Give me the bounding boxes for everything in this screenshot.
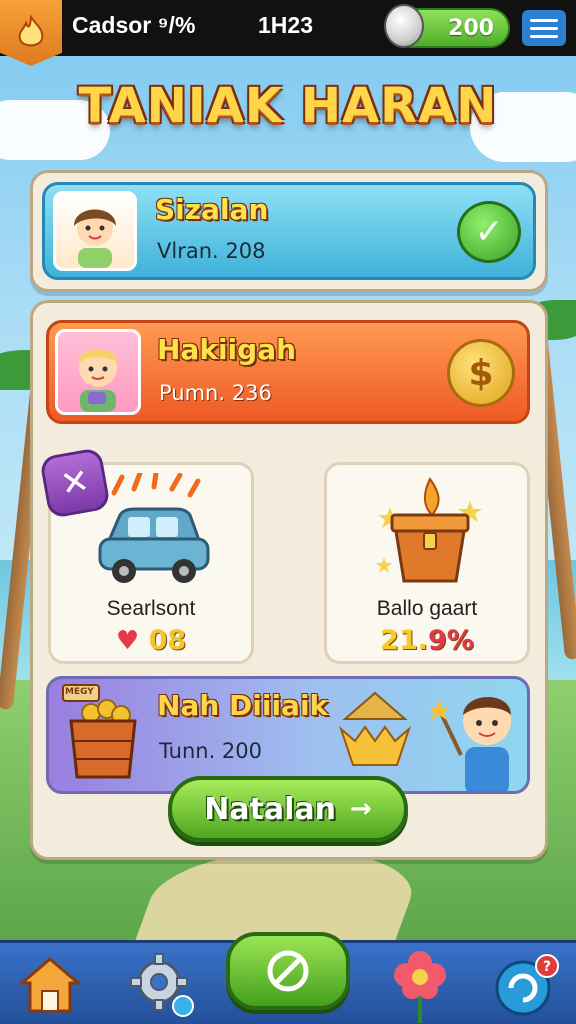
top-bar: Cadsor ⁹/% 1H23 200 [0,0,576,56]
card-title: Hakiigah [157,333,297,366]
treasure-chest-icon [376,477,482,583]
tile-name: Ballo gaart [376,597,478,620]
tile-value: 21.9% [327,625,527,656]
nav-refresh[interactable]: ? [492,951,560,1019]
avatar [55,329,141,415]
crate-icon [62,684,137,779]
boy-character [431,697,511,791]
pyramid-icon [338,691,412,766]
page-title: TANIAK HARAN [78,78,498,134]
hamburger-icon [530,18,558,22]
hamburger-icon [530,34,558,38]
app-badge[interactable] [0,0,62,66]
checkmark-icon: ✓ [474,212,504,252]
coin-value: 200 [448,16,494,41]
card-title: Sizalan [155,193,269,226]
app-title: Cadsor ⁹/% [72,12,196,38]
natalan-button[interactable]: Natalan → [168,776,408,842]
close-button[interactable]: ✕ [39,447,111,519]
arrow-right-icon: → [350,794,372,824]
car-icon [98,473,210,583]
clock: 1H23 [258,12,313,38]
dollar-button[interactable]: $ [447,339,515,407]
close-icon: ✕ [57,460,93,506]
card-title: Nah Diiiaik [157,689,329,722]
avatar [53,191,137,271]
nav-home[interactable] [16,951,84,1019]
card-subtitle: Tunn. 200 [159,739,263,763]
nav-cancel[interactable] [226,932,350,1010]
home-icon [18,957,82,1013]
dollar-coin-icon: $ [468,352,494,394]
svg-text:?: ? [543,959,551,975]
card-subtitle: Vlran. 208 [157,239,266,263]
cta-label: Natalan [204,791,337,827]
item-tile-chest[interactable]: Ballo gaart 21.9% [324,462,530,664]
nav-settings[interactable] [128,951,196,1019]
tile-name: Searlsont [106,597,196,620]
tile-value-number: 21. [380,625,428,656]
menu-button[interactable] [522,10,566,46]
check-button[interactable]: ✓ [457,201,521,263]
tile-value: ♥ 08 [51,625,251,656]
card-subtitle: Pumn. 236 [159,381,272,405]
profile-card-sizalan[interactable]: Sizalan Vlran. 208 ✓ [42,182,536,280]
nav-flower[interactable] [386,951,454,1023]
hamburger-icon [530,26,558,30]
heart-icon: ♥ [115,626,140,656]
flower-icon [394,951,446,1023]
cancel-icon [267,950,309,992]
profile-card-hakiigah[interactable]: Hakiigah Pumn. 236 $ [46,320,530,424]
magnifier-coin-icon[interactable] [384,4,424,48]
flame-icon [18,15,44,47]
settings-icon [130,953,194,1017]
crate-sign: MEGY [65,687,94,697]
tile-value-number: 08 [148,625,187,656]
refresh-icon: ? [495,954,559,1016]
tile-value-percent: 9% [428,625,474,656]
